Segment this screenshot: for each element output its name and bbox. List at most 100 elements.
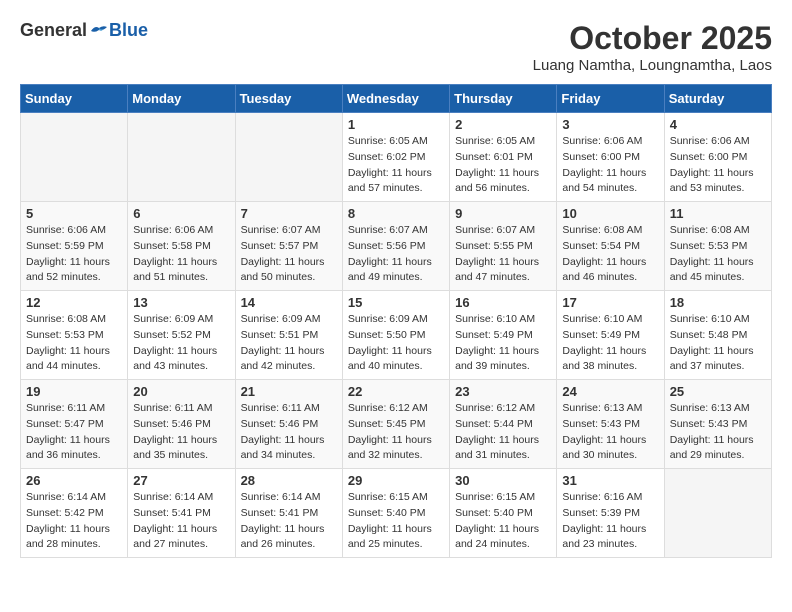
calendar-week-row: 5Sunrise: 6:06 AM Sunset: 5:59 PM Daylig…	[21, 202, 772, 291]
calendar-cell: 29Sunrise: 6:15 AM Sunset: 5:40 PM Dayli…	[342, 469, 449, 558]
day-info: Sunrise: 6:06 AM Sunset: 6:00 PM Dayligh…	[670, 134, 766, 197]
calendar-cell: 10Sunrise: 6:08 AM Sunset: 5:54 PM Dayli…	[557, 202, 664, 291]
day-number: 21	[241, 384, 337, 399]
day-info: Sunrise: 6:13 AM Sunset: 5:43 PM Dayligh…	[562, 401, 658, 464]
weekday-header-friday: Friday	[557, 85, 664, 113]
calendar-week-row: 12Sunrise: 6:08 AM Sunset: 5:53 PM Dayli…	[21, 291, 772, 380]
calendar-cell: 22 Sunrise: 6:12 AM Sunset: 5:45 PM Dayli…	[342, 380, 449, 469]
calendar-cell: 12Sunrise: 6:08 AM Sunset: 5:53 PM Dayli…	[21, 291, 128, 380]
logo-general-text: General	[20, 20, 87, 41]
logo-bird-icon	[89, 23, 109, 39]
day-info: Sunrise: 6:09 AM Sunset: 5:52 PM Dayligh…	[133, 312, 229, 375]
day-number: 22	[348, 384, 444, 399]
logo: General Blue	[20, 20, 148, 41]
page-header: General Blue October 2025 Luang Namtha, …	[20, 20, 772, 74]
weekday-header-saturday: Saturday	[664, 85, 771, 113]
day-number: 8	[348, 206, 444, 221]
day-info: Sunrise: 6:13 AM Sunset: 5:43 PM Dayligh…	[670, 401, 766, 464]
day-number: 20	[133, 384, 229, 399]
calendar-cell: 6Sunrise: 6:06 AM Sunset: 5:58 PM Daylig…	[128, 202, 235, 291]
weekday-header-thursday: Thursday	[450, 85, 557, 113]
calendar-cell: 30 Sunrise: 6:15 AM Sunset: 5:40 PM Dayli…	[450, 469, 557, 558]
day-number: 15	[348, 295, 444, 310]
day-info: Sunrise: 6:09 AM Sunset: 5:50 PM Dayligh…	[348, 312, 444, 375]
calendar-cell: 18Sunrise: 6:10 AM Sunset: 5:48 PM Dayli…	[664, 291, 771, 380]
calendar-cell: 13Sunrise: 6:09 AM Sunset: 5:52 PM Dayli…	[128, 291, 235, 380]
day-number: 1	[348, 117, 444, 132]
day-number: 5	[26, 206, 122, 221]
calendar-cell: 19 Sunrise: 6:11 AM Sunset: 5:47 PM Dayli…	[21, 380, 128, 469]
calendar-cell: 1 Sunrise: 6:05 AM Sunset: 6:02 PM Daylig…	[342, 113, 449, 202]
calendar-title: October 2025	[533, 20, 772, 57]
day-number: 6	[133, 206, 229, 221]
calendar-cell: 5Sunrise: 6:06 AM Sunset: 5:59 PM Daylig…	[21, 202, 128, 291]
day-number: 17	[562, 295, 658, 310]
calendar-cell: 26 Sunrise: 6:14 AM Sunset: 5:42 PM Dayli…	[21, 469, 128, 558]
day-info: Sunrise: 6:12 AM Sunset: 5:44 PM Dayligh…	[455, 401, 551, 464]
weekday-header-row: SundayMondayTuesdayWednesdayThursdayFrid…	[21, 85, 772, 113]
day-number: 26	[26, 473, 122, 488]
day-number: 16	[455, 295, 551, 310]
day-info: Sunrise: 6:10 AM Sunset: 5:49 PM Dayligh…	[562, 312, 658, 375]
day-number: 7	[241, 206, 337, 221]
calendar-cell: 3 Sunrise: 6:06 AM Sunset: 6:00 PM Daylig…	[557, 113, 664, 202]
day-info: Sunrise: 6:07 AM Sunset: 5:56 PM Dayligh…	[348, 223, 444, 286]
day-info: Sunrise: 6:14 AM Sunset: 5:41 PM Dayligh…	[133, 490, 229, 553]
calendar-cell: 16 Sunrise: 6:10 AM Sunset: 5:49 PM Dayli…	[450, 291, 557, 380]
day-info: Sunrise: 6:08 AM Sunset: 5:54 PM Dayligh…	[562, 223, 658, 286]
calendar-cell	[664, 469, 771, 558]
calendar-cell: 9 Sunrise: 6:07 AM Sunset: 5:55 PM Daylig…	[450, 202, 557, 291]
calendar-subtitle: Luang Namtha, Loungnamtha, Laos	[533, 57, 772, 74]
day-info: Sunrise: 6:11 AM Sunset: 5:46 PM Dayligh…	[241, 401, 337, 464]
day-info: Sunrise: 6:10 AM Sunset: 5:48 PM Dayligh…	[670, 312, 766, 375]
day-number: 9	[455, 206, 551, 221]
calendar-cell	[235, 113, 342, 202]
calendar-cell: 23 Sunrise: 6:12 AM Sunset: 5:44 PM Dayli…	[450, 380, 557, 469]
calendar-cell: 20 Sunrise: 6:11 AM Sunset: 5:46 PM Dayli…	[128, 380, 235, 469]
calendar-cell: 31Sunrise: 6:16 AM Sunset: 5:39 PM Dayli…	[557, 469, 664, 558]
day-info: Sunrise: 6:12 AM Sunset: 5:45 PM Dayligh…	[348, 401, 444, 464]
calendar-cell	[128, 113, 235, 202]
calendar-week-row: 19 Sunrise: 6:11 AM Sunset: 5:47 PM Dayli…	[21, 380, 772, 469]
day-info: Sunrise: 6:05 AM Sunset: 6:01 PM Dayligh…	[455, 134, 551, 197]
calendar-cell: 17 Sunrise: 6:10 AM Sunset: 5:49 PM Dayli…	[557, 291, 664, 380]
day-number: 19	[26, 384, 122, 399]
weekday-header-wednesday: Wednesday	[342, 85, 449, 113]
day-number: 24	[562, 384, 658, 399]
day-info: Sunrise: 6:15 AM Sunset: 5:40 PM Dayligh…	[455, 490, 551, 553]
calendar-cell	[21, 113, 128, 202]
day-number: 23	[455, 384, 551, 399]
day-number: 30	[455, 473, 551, 488]
day-number: 4	[670, 117, 766, 132]
day-number: 28	[241, 473, 337, 488]
calendar-table: SundayMondayTuesdayWednesdayThursdayFrid…	[20, 84, 772, 558]
day-info: Sunrise: 6:07 AM Sunset: 5:55 PM Dayligh…	[455, 223, 551, 286]
day-info: Sunrise: 6:11 AM Sunset: 5:47 PM Dayligh…	[26, 401, 122, 464]
day-info: Sunrise: 6:14 AM Sunset: 5:42 PM Dayligh…	[26, 490, 122, 553]
day-number: 27	[133, 473, 229, 488]
calendar-cell: 27 Sunrise: 6:14 AM Sunset: 5:41 PM Dayli…	[128, 469, 235, 558]
day-number: 29	[348, 473, 444, 488]
day-info: Sunrise: 6:07 AM Sunset: 5:57 PM Dayligh…	[241, 223, 337, 286]
day-info: Sunrise: 6:06 AM Sunset: 6:00 PM Dayligh…	[562, 134, 658, 197]
calendar-week-row: 1 Sunrise: 6:05 AM Sunset: 6:02 PM Daylig…	[21, 113, 772, 202]
day-number: 3	[562, 117, 658, 132]
day-info: Sunrise: 6:11 AM Sunset: 5:46 PM Dayligh…	[133, 401, 229, 464]
day-number: 11	[670, 206, 766, 221]
calendar-week-row: 26 Sunrise: 6:14 AM Sunset: 5:42 PM Dayli…	[21, 469, 772, 558]
day-number: 14	[241, 295, 337, 310]
calendar-cell: 28 Sunrise: 6:14 AM Sunset: 5:41 PM Dayli…	[235, 469, 342, 558]
day-number: 31	[562, 473, 658, 488]
calendar-cell: 8 Sunrise: 6:07 AM Sunset: 5:56 PM Daylig…	[342, 202, 449, 291]
day-info: Sunrise: 6:14 AM Sunset: 5:41 PM Dayligh…	[241, 490, 337, 553]
calendar-cell: 7 Sunrise: 6:07 AM Sunset: 5:57 PM Daylig…	[235, 202, 342, 291]
day-info: Sunrise: 6:05 AM Sunset: 6:02 PM Dayligh…	[348, 134, 444, 197]
weekday-header-monday: Monday	[128, 85, 235, 113]
day-info: Sunrise: 6:10 AM Sunset: 5:49 PM Dayligh…	[455, 312, 551, 375]
calendar-cell: 21 Sunrise: 6:11 AM Sunset: 5:46 PM Dayli…	[235, 380, 342, 469]
calendar-cell: 4 Sunrise: 6:06 AM Sunset: 6:00 PM Daylig…	[664, 113, 771, 202]
day-number: 2	[455, 117, 551, 132]
day-info: Sunrise: 6:08 AM Sunset: 5:53 PM Dayligh…	[670, 223, 766, 286]
title-section: October 2025 Luang Namtha, Loungnamtha, …	[533, 20, 772, 74]
calendar-cell: 25Sunrise: 6:13 AM Sunset: 5:43 PM Dayli…	[664, 380, 771, 469]
